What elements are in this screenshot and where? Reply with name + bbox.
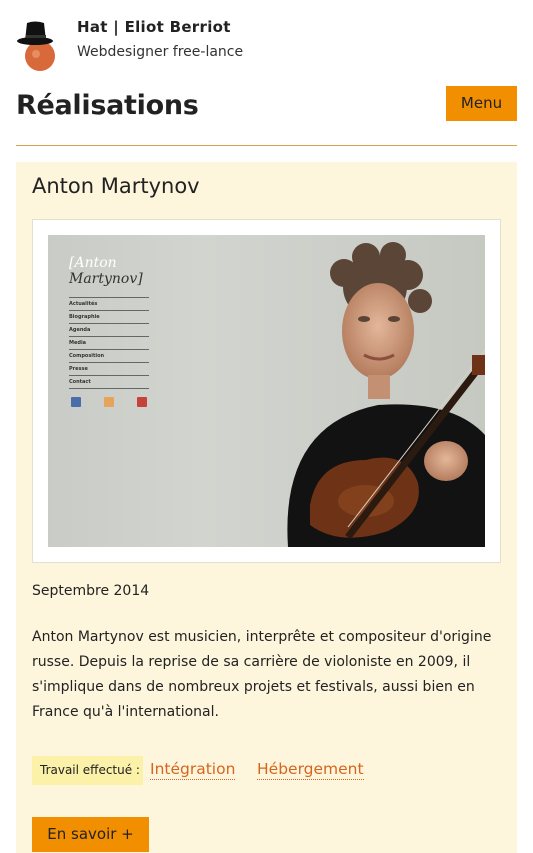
mock-nav-item: Media	[69, 336, 149, 349]
tag-integration[interactable]: Intégration	[150, 760, 236, 780]
site-header: Hat | Eliot Berriot Webdesigner free-lan…	[16, 16, 517, 72]
facebook-icon	[71, 397, 81, 407]
mock-nav-item: Actualités	[69, 297, 149, 310]
menu-button[interactable]: Menu	[446, 86, 517, 121]
project-date: Septembre 2014	[32, 583, 150, 599]
mock-nav-item: Biographie	[69, 310, 149, 323]
mock-brand-line-1: [Anton	[69, 255, 117, 271]
title-divider	[16, 145, 517, 146]
site-tagline: Webdesigner free-lance	[77, 44, 244, 60]
mock-brand-line-2: Martynov]	[69, 271, 143, 287]
tag-hebergement[interactable]: Hébergement	[257, 760, 364, 780]
work-done-label: Travail effectué :	[32, 756, 143, 785]
project-card: Anton Martynov [Anton Martynov] Actualit…	[16, 162, 517, 853]
mock-site-nav: Actualités Biographie Agenda Media Compo…	[69, 297, 149, 392]
project-thumbnail-frame[interactable]: [Anton Martynov] Actualités Biographie A…	[32, 219, 501, 563]
mock-site-brand: [Anton Martynov]	[69, 255, 143, 287]
hat-logo[interactable]	[16, 20, 58, 72]
mock-nav-item: Agenda	[69, 323, 149, 336]
site-name[interactable]: Hat | Eliot Berriot	[77, 18, 231, 36]
page-title: Réalisations	[16, 90, 199, 121]
mock-social-icons	[71, 397, 151, 409]
mock-nav-item: Contact	[69, 375, 149, 388]
project-title[interactable]: Anton Martynov	[32, 174, 200, 198]
mock-nav-item: Presse	[69, 362, 149, 375]
mock-nav-divider	[69, 388, 149, 392]
youtube-icon	[137, 397, 147, 407]
project-screenshot: [Anton Martynov] Actualités Biographie A…	[48, 235, 485, 547]
project-description: Anton Martynov est musicien, interprête …	[32, 629, 492, 720]
mock-nav-item: Composition	[69, 349, 149, 362]
mail-icon	[104, 397, 114, 407]
learn-more-button[interactable]: En savoir +	[32, 817, 149, 852]
